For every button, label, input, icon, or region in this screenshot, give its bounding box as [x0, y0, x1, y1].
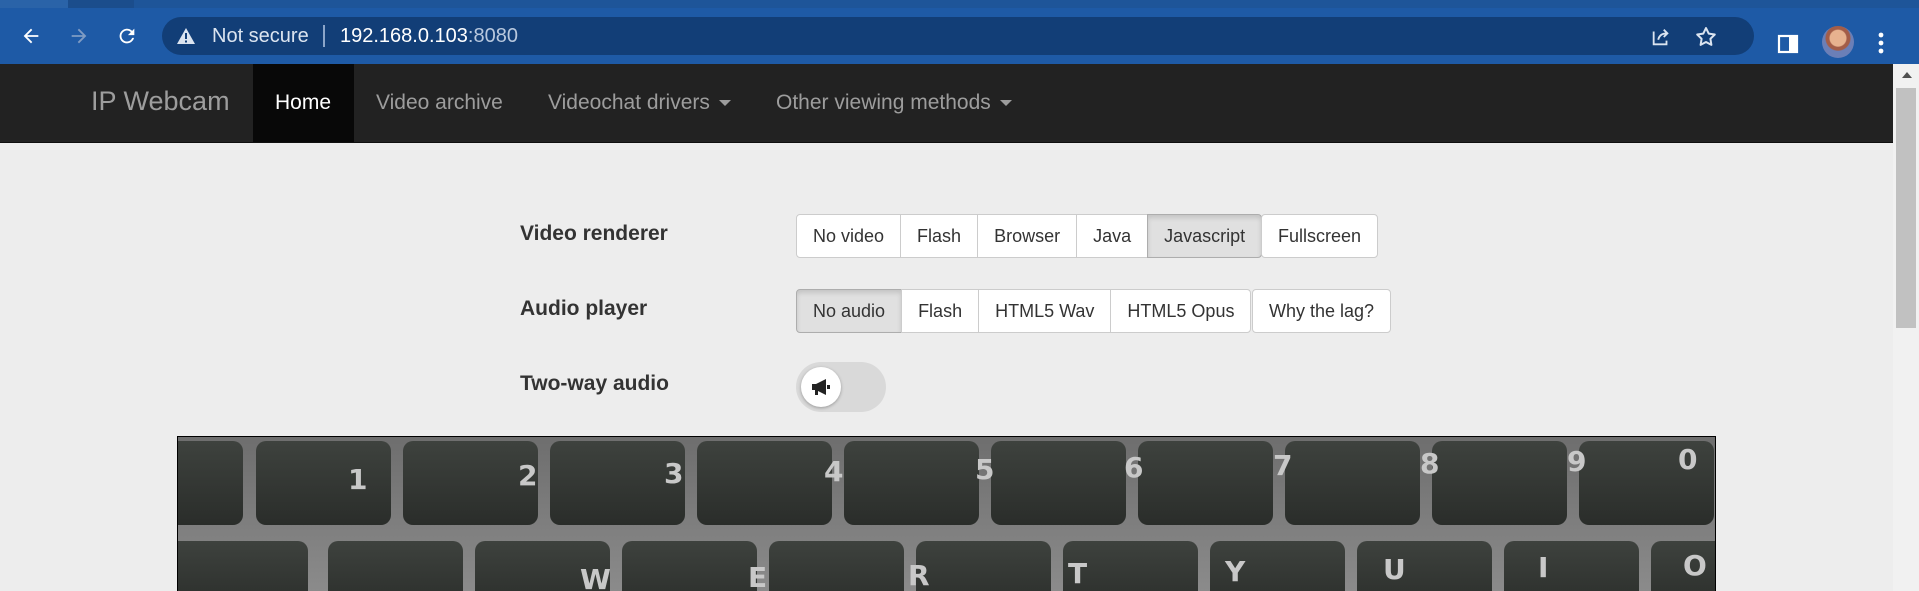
- key-o: O: [1683, 549, 1707, 582]
- nav-home[interactable]: Home: [253, 64, 354, 142]
- reload-icon: [119, 28, 135, 44]
- why-the-lag-button[interactable]: Why the lag?: [1252, 289, 1392, 333]
- key-0: 0: [1678, 443, 1697, 476]
- caret-down-icon: [718, 100, 731, 107]
- nav-videochat-drivers[interactable]: Videochat drivers: [526, 64, 753, 142]
- fullscreen-group: Fullscreen: [1261, 214, 1379, 258]
- audio-player-label: Audio player: [520, 297, 648, 320]
- tab-strip-background: [134, 0, 1919, 8]
- key-y: Y: [1224, 555, 1246, 588]
- avatar[interactable]: [1822, 26, 1854, 58]
- address-bar[interactable]: Not secure 192.168.0.103:8080: [162, 17, 1754, 55]
- browser-toolbar: Not secure 192.168.0.103:8080: [0, 8, 1919, 64]
- key-7: 7: [1273, 449, 1292, 482]
- key-i: I: [1538, 551, 1548, 584]
- forward-button[interactable]: [63, 20, 95, 52]
- reload-button[interactable]: [111, 20, 143, 52]
- page-viewport: IP Webcam Home Video archive Videochat d…: [0, 64, 1893, 591]
- nav-other-viewing-methods[interactable]: Other viewing methods: [754, 64, 1034, 142]
- key-e: E: [748, 561, 767, 591]
- audio-html5-wav-button[interactable]: HTML5 Wav: [978, 289, 1112, 333]
- caret-down-icon: [999, 100, 1012, 107]
- key-u: U: [1383, 553, 1406, 586]
- nav-video-archive[interactable]: Video archive: [354, 64, 525, 142]
- key-1: 1: [348, 463, 367, 496]
- toggle-knob: [801, 367, 841, 407]
- divider: [323, 25, 325, 47]
- key-6: 6: [1124, 451, 1143, 484]
- url-port: :8080: [467, 25, 518, 47]
- key-2: 2: [518, 459, 537, 492]
- site-navbar: IP Webcam Home Video archive Videochat d…: [0, 64, 1893, 143]
- megaphone-icon: [812, 379, 830, 395]
- video-stream[interactable]: 1 2 3 4 5 6 7 8 9 0 W E R T Y U I O: [177, 436, 1716, 591]
- star-icon[interactable]: [1694, 25, 1718, 49]
- active-tab-edge[interactable]: [0, 0, 68, 8]
- back-icon: [23, 28, 39, 44]
- audio-html5-opus-button[interactable]: HTML5 Opus: [1110, 289, 1252, 333]
- forward-icon: [71, 28, 87, 44]
- scroll-up-arrow-icon[interactable]: [1902, 72, 1912, 78]
- video-frame-image: 1 2 3 4 5 6 7 8 9 0 W E R T Y U I O: [178, 437, 1715, 591]
- browser-tab-strip: [0, 0, 1919, 8]
- nav-video-archive-label: Video archive: [376, 91, 503, 114]
- side-panel-icon[interactable]: [1776, 32, 1800, 56]
- renderer-flash-button[interactable]: Flash: [900, 214, 979, 258]
- key-w: W: [580, 563, 611, 591]
- audio-no-audio-button[interactable]: No audio: [796, 289, 903, 333]
- key-3: 3: [664, 457, 683, 490]
- key-4: 4: [824, 455, 843, 488]
- audio-flash-button[interactable]: Flash: [901, 289, 980, 333]
- brand-link[interactable]: IP Webcam: [91, 86, 230, 117]
- two-way-audio-toggle[interactable]: [796, 362, 886, 412]
- renderer-java-button[interactable]: Java: [1076, 214, 1149, 258]
- nav-other-viewing-methods-label: Other viewing methods: [776, 91, 991, 114]
- key-8: 8: [1420, 447, 1439, 480]
- key-9: 9: [1567, 445, 1586, 478]
- key-t: T: [1068, 557, 1087, 590]
- two-way-audio-label: Two-way audio: [520, 372, 669, 395]
- why-lag-group: Why the lag?: [1252, 289, 1392, 333]
- renderer-no-video-button[interactable]: No video: [796, 214, 902, 258]
- video-renderer-group: No video Flash Browser Java Javascript: [796, 214, 1263, 258]
- key-r: R: [908, 559, 930, 591]
- page-scrollbar[interactable]: [1893, 64, 1919, 591]
- kebab-menu-icon[interactable]: [1877, 31, 1885, 55]
- key-5: 5: [975, 453, 994, 486]
- renderer-javascript-button[interactable]: Javascript: [1147, 214, 1263, 258]
- renderer-browser-button[interactable]: Browser: [977, 214, 1078, 258]
- back-button[interactable]: [15, 20, 47, 52]
- nav-videochat-drivers-label: Videochat drivers: [548, 91, 710, 114]
- url-host: 192.168.0.103: [340, 25, 468, 47]
- video-renderer-label: Video renderer: [520, 222, 668, 245]
- warning-icon[interactable]: [176, 27, 196, 45]
- security-status[interactable]: Not secure: [212, 25, 309, 48]
- url-text[interactable]: 192.168.0.103:8080: [340, 25, 518, 48]
- share-icon[interactable]: [1650, 26, 1672, 48]
- nav-home-label: Home: [275, 91, 332, 114]
- fullscreen-button[interactable]: Fullscreen: [1261, 214, 1379, 258]
- audio-player-group: No audio Flash HTML5 Wav HTML5 Opus: [796, 289, 1252, 333]
- scroll-thumb[interactable]: [1896, 88, 1916, 328]
